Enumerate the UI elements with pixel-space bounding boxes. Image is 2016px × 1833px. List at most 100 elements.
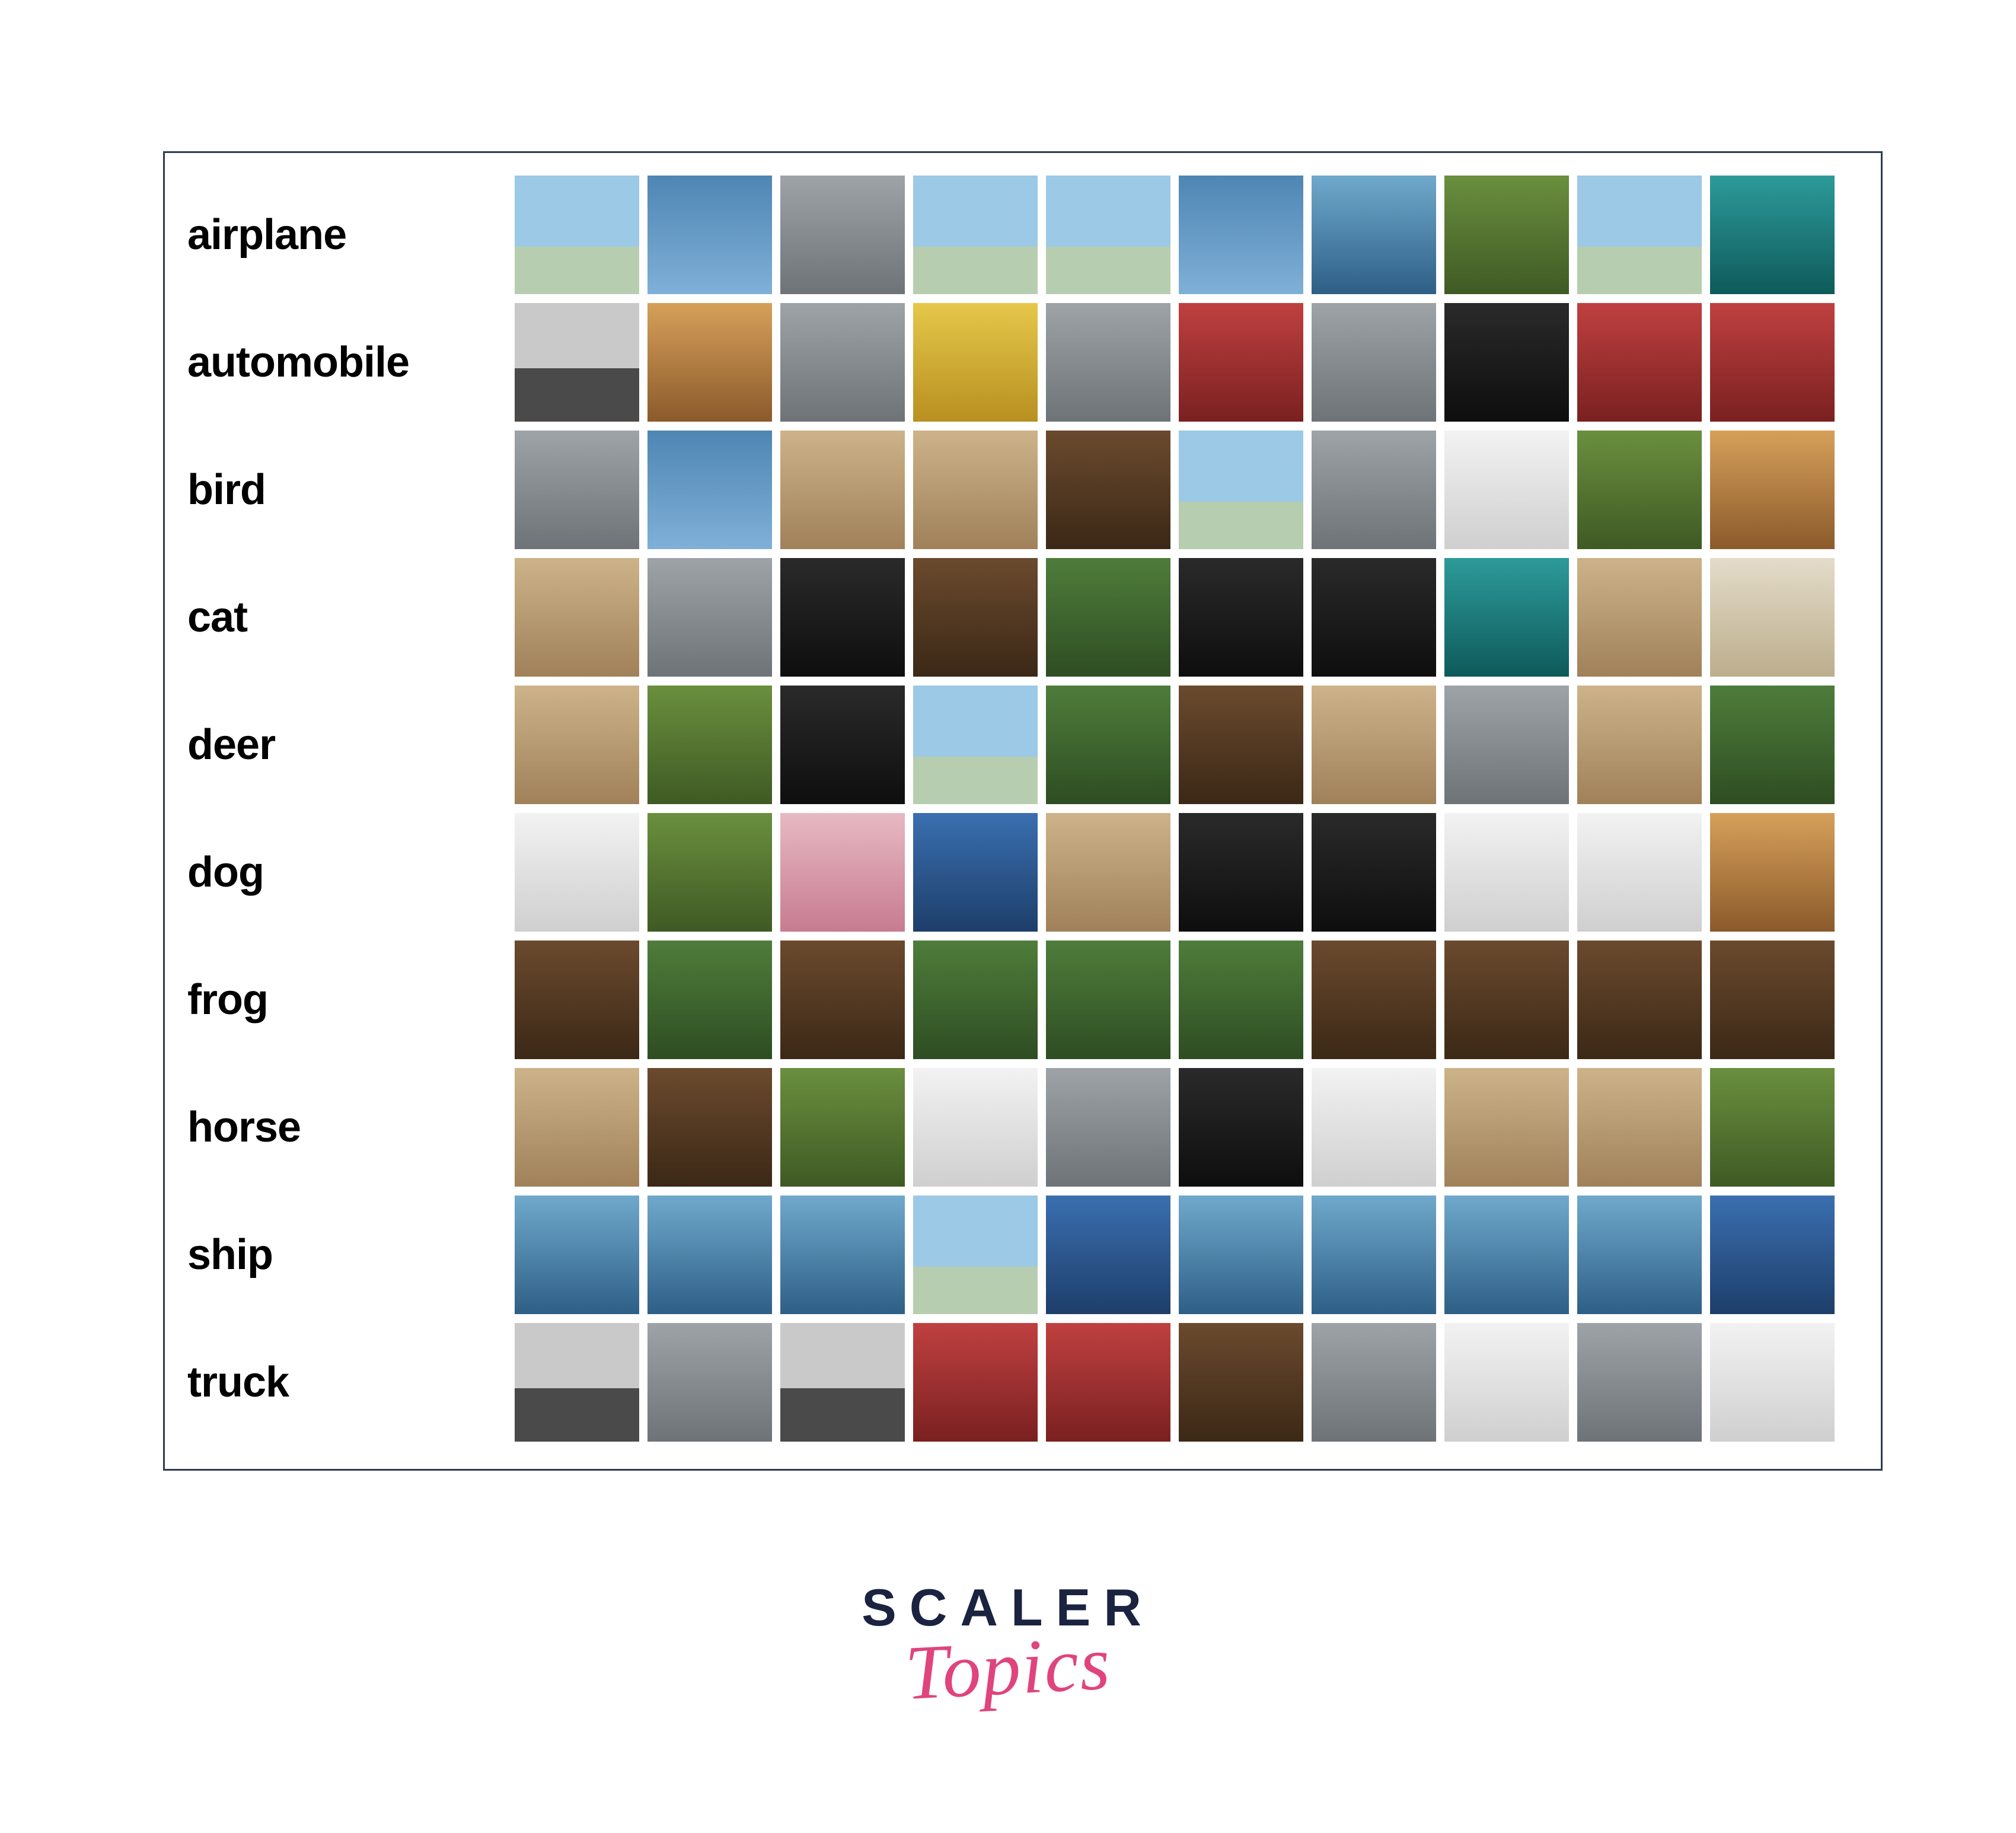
class-label: cat (183, 593, 515, 642)
sample-thumbnail (780, 558, 905, 677)
sample-thumbnail (515, 1068, 639, 1187)
sample-thumbnail (1179, 1196, 1303, 1314)
sample-thumbnail (1444, 431, 1569, 549)
sample-thumbnail (780, 686, 905, 804)
class-label: automobile (183, 338, 515, 387)
sample-thumbnail (1179, 303, 1303, 422)
sample-thumbnail (647, 941, 772, 1059)
sample-thumbnail (1312, 176, 1436, 294)
sample-thumbnail (913, 1068, 1038, 1187)
class-row-cat: cat (183, 553, 1857, 681)
sample-thumbnail (1312, 1068, 1436, 1187)
sample-thumbnail (780, 431, 905, 549)
sample-thumbnail (780, 176, 905, 294)
sample-thumbnail (1179, 686, 1303, 804)
thumbnail-strip (515, 1196, 1835, 1314)
sample-thumbnail (1577, 686, 1702, 804)
sample-thumbnail (515, 686, 639, 804)
sample-thumbnail (1444, 686, 1569, 804)
thumbnail-strip (515, 176, 1835, 294)
sample-thumbnail (1312, 686, 1436, 804)
sample-thumbnail (1577, 303, 1702, 422)
sample-thumbnail (647, 1068, 772, 1187)
brand-logo: SCALER Topics (0, 1577, 2016, 1713)
thumbnail-strip (515, 303, 1835, 422)
sample-thumbnail (1046, 176, 1170, 294)
sample-thumbnail (1444, 941, 1569, 1059)
thumbnail-strip (515, 558, 1835, 677)
sample-thumbnail (780, 813, 905, 932)
sample-thumbnail (1179, 176, 1303, 294)
sample-thumbnail (913, 813, 1038, 932)
sample-thumbnail (515, 1323, 639, 1442)
sample-thumbnail (913, 941, 1038, 1059)
sample-thumbnail (1179, 813, 1303, 932)
sample-thumbnail (1710, 941, 1835, 1059)
class-row-truck: truck (183, 1318, 1857, 1446)
sample-thumbnail (780, 1196, 905, 1314)
sample-thumbnail (1444, 1068, 1569, 1187)
sample-thumbnail (1046, 303, 1170, 422)
class-row-airplane: airplane (183, 171, 1857, 298)
thumbnail-strip (515, 1068, 1835, 1187)
sample-thumbnail (1710, 1196, 1835, 1314)
sample-thumbnail (1046, 941, 1170, 1059)
class-label: bird (183, 466, 515, 514)
sample-thumbnail (1710, 813, 1835, 932)
class-label: ship (183, 1230, 515, 1279)
sample-thumbnail (780, 1068, 905, 1187)
sample-thumbnail (1046, 1323, 1170, 1442)
sample-thumbnail (647, 558, 772, 677)
sample-thumbnail (1444, 1196, 1569, 1314)
sample-thumbnail (1710, 686, 1835, 804)
class-label: deer (183, 721, 515, 769)
dataset-grid: airplane automobile bird cat deer dog frog hors… (163, 151, 1883, 1471)
sample-thumbnail (1710, 303, 1835, 422)
sample-thumbnail (647, 813, 772, 932)
sample-thumbnail (1312, 941, 1436, 1059)
sample-thumbnail (1577, 558, 1702, 677)
class-row-bird: bird (183, 426, 1857, 553)
sample-thumbnail (515, 1196, 639, 1314)
class-label: horse (183, 1103, 515, 1152)
sample-thumbnail (1577, 431, 1702, 549)
thumbnail-strip (515, 431, 1835, 549)
sample-thumbnail (1710, 176, 1835, 294)
sample-thumbnail (913, 558, 1038, 677)
class-label: frog (183, 976, 515, 1024)
thumbnail-strip (515, 1323, 1835, 1442)
sample-thumbnail (647, 686, 772, 804)
sample-thumbnail (913, 176, 1038, 294)
sample-thumbnail (647, 303, 772, 422)
sample-thumbnail (1577, 1323, 1702, 1442)
sample-thumbnail (780, 1323, 905, 1442)
sample-thumbnail (1046, 813, 1170, 932)
sample-thumbnail (1577, 176, 1702, 294)
thumbnail-strip (515, 686, 1835, 804)
class-label: truck (183, 1358, 515, 1407)
sample-thumbnail (647, 431, 772, 549)
sample-thumbnail (1179, 431, 1303, 549)
sample-thumbnail (780, 941, 905, 1059)
class-label: dog (183, 848, 515, 897)
thumbnail-strip (515, 941, 1835, 1059)
sample-thumbnail (1046, 1196, 1170, 1314)
class-row-dog: dog (183, 808, 1857, 936)
sample-thumbnail (1046, 558, 1170, 677)
sample-thumbnail (1444, 1323, 1569, 1442)
sample-thumbnail (1312, 813, 1436, 932)
sample-thumbnail (1577, 941, 1702, 1059)
sample-thumbnail (780, 303, 905, 422)
sample-thumbnail (1444, 813, 1569, 932)
sample-thumbnail (1312, 558, 1436, 677)
sample-thumbnail (1046, 686, 1170, 804)
class-label: airplane (183, 211, 515, 259)
sample-thumbnail (1312, 1323, 1436, 1442)
class-row-automobile: automobile (183, 298, 1857, 426)
sample-thumbnail (1179, 558, 1303, 677)
sample-thumbnail (1444, 176, 1569, 294)
sample-thumbnail (1710, 431, 1835, 549)
class-row-frog: frog (183, 936, 1857, 1063)
class-row-deer: deer (183, 681, 1857, 808)
class-row-horse: horse (183, 1063, 1857, 1191)
